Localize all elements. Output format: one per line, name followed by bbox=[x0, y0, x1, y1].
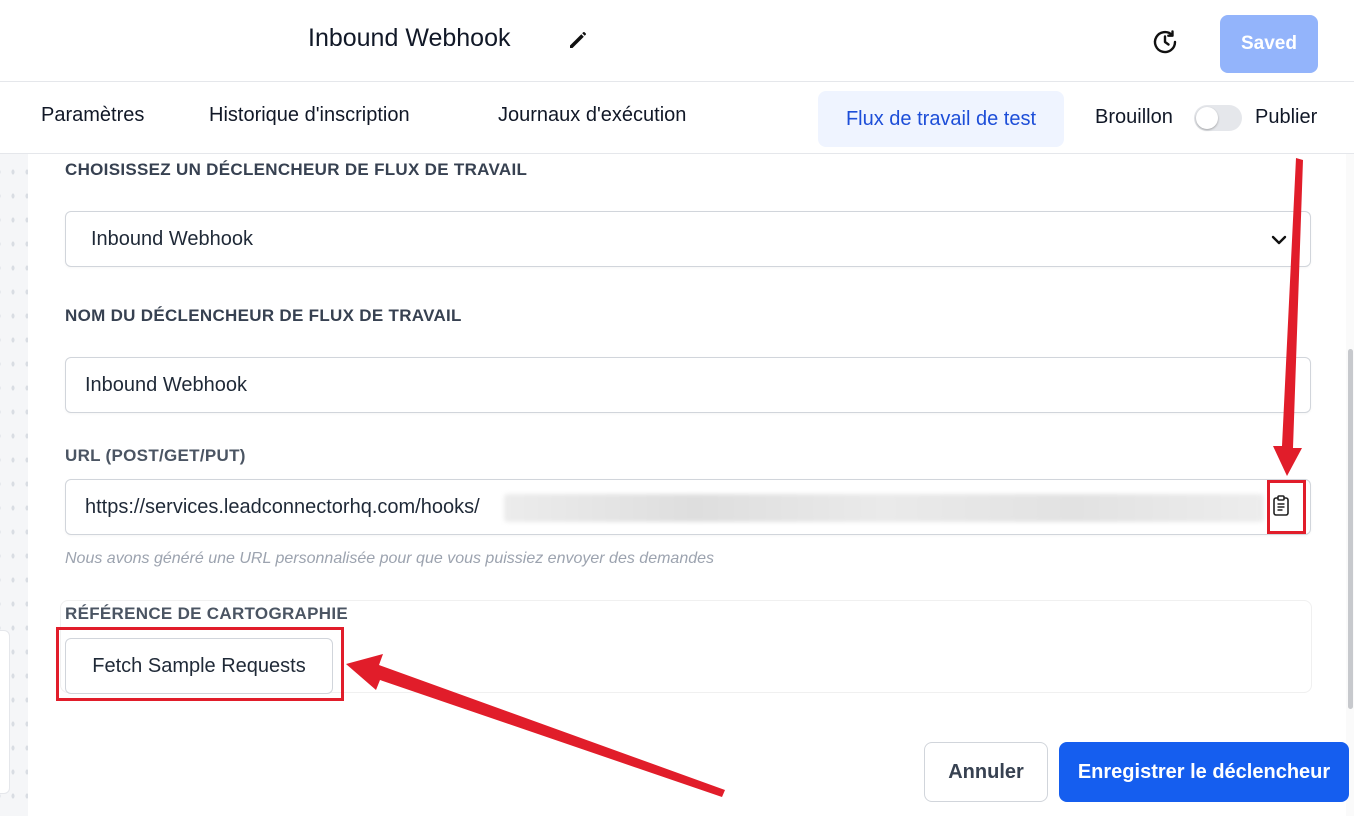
publish-toggle[interactable] bbox=[1194, 105, 1242, 131]
workflow-trigger-editor: Inbound Webhook Saved Paramètres Histori… bbox=[0, 0, 1354, 816]
panel-scrollbar[interactable] bbox=[1346, 154, 1354, 816]
copy-icon-highlight bbox=[1267, 480, 1306, 534]
trigger-select-value: Inbound Webhook bbox=[91, 228, 253, 250]
name-section-label: NOM DU DÉCLENCHEUR DE FLUX DE TRAVAIL bbox=[65, 306, 462, 325]
url-hint-text: Nous avons généré une URL personnalisée … bbox=[65, 550, 715, 567]
workflow-title: Inbound Webhook bbox=[308, 24, 511, 52]
trigger-name-value: Inbound Webhook bbox=[85, 374, 247, 396]
publish-label: Publier bbox=[1255, 106, 1318, 128]
webhook-url-field[interactable]: https://services.leadconnectorhq.com/hoo… bbox=[65, 479, 1311, 535]
top-bar: Inbound Webhook Saved bbox=[0, 0, 1354, 82]
toggle-knob bbox=[1196, 107, 1218, 129]
url-section-label: URL (POST/GET/PUT) bbox=[65, 446, 246, 465]
test-workflow-button[interactable]: Flux de travail de test bbox=[818, 91, 1064, 147]
tab-historique-inscription[interactable]: Historique d'inscription bbox=[209, 104, 410, 127]
draft-label: Brouillon bbox=[1095, 106, 1173, 128]
save-trigger-button[interactable]: Enregistrer le déclencheur bbox=[1059, 742, 1349, 802]
mapping-section-label: RÉFÉRENCE DE CARTOGRAPHIE bbox=[65, 604, 348, 623]
trigger-select[interactable]: Inbound Webhook bbox=[65, 211, 1311, 267]
tab-bar: Paramètres Historique d'inscription Jour… bbox=[0, 82, 1354, 154]
tab-journaux-execution[interactable]: Journaux d'exécution bbox=[498, 104, 686, 127]
webhook-url-value: https://services.leadconnectorhq.com/hoo… bbox=[85, 496, 480, 518]
scroll-thumb[interactable] bbox=[1348, 349, 1353, 709]
history-icon[interactable] bbox=[1150, 27, 1180, 57]
trigger-section-label: CHOISISSEZ UN DÉCLENCHEUR DE FLUX DE TRA… bbox=[65, 160, 528, 179]
fetch-button-highlight bbox=[56, 627, 344, 701]
tab-parametres[interactable]: Paramètres bbox=[41, 104, 144, 127]
cancel-button[interactable]: Annuler bbox=[924, 742, 1048, 802]
canvas-card-edge bbox=[0, 630, 10, 794]
redacted-url-part bbox=[504, 494, 1264, 522]
trigger-name-input[interactable]: Inbound Webhook bbox=[65, 357, 1311, 413]
chevron-down-icon bbox=[1271, 235, 1287, 245]
saved-button[interactable]: Saved bbox=[1220, 15, 1318, 73]
pencil-icon[interactable] bbox=[566, 28, 590, 52]
